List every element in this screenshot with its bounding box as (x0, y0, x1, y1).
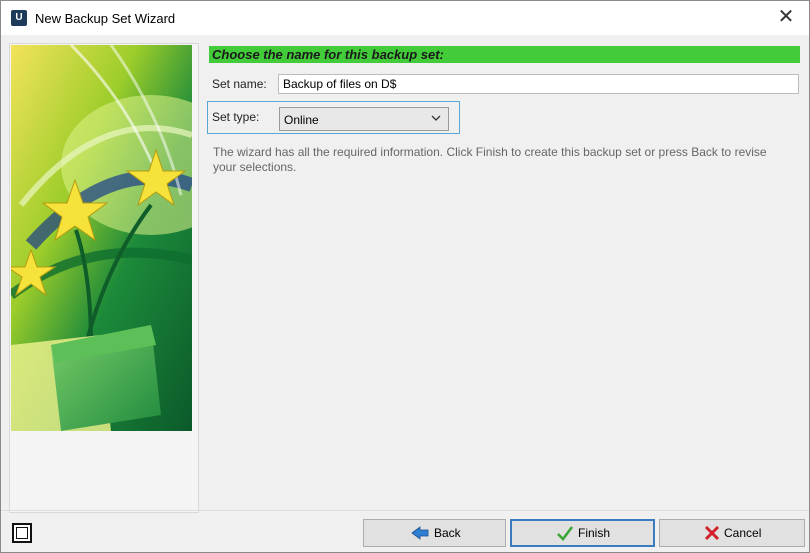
info-text: The wizard has all the required informat… (213, 145, 767, 174)
set-name-input[interactable] (278, 74, 799, 94)
set-type-value: Online (284, 113, 319, 127)
x-icon (704, 525, 720, 541)
finish-button-label: Finish (578, 526, 611, 540)
title-bar: U New Backup Set Wizard ✕ (1, 1, 809, 35)
back-button[interactable]: Back (363, 519, 506, 547)
set-name-label-text: Set name: (212, 77, 267, 91)
back-arrow-icon (411, 526, 429, 540)
set-name-label: Set name: (212, 77, 267, 91)
chevron-down-icon (431, 115, 441, 121)
cancel-button[interactable]: Cancel (659, 519, 805, 547)
footer-separator (1, 510, 809, 511)
window-title: New Backup Set Wizard (35, 11, 176, 26)
set-type-label-text: Set type: (212, 110, 260, 124)
set-type-dropdown[interactable]: Online (279, 107, 449, 131)
heading-bar: Choose the name for this backup set: (209, 46, 800, 63)
app-u-icon: U (11, 10, 27, 26)
finish-button[interactable]: Finish (510, 519, 655, 547)
heading-text: Choose the name for this backup set: (212, 47, 444, 62)
back-button-label: Back (434, 526, 461, 540)
close-icon[interactable]: ✕ (763, 1, 809, 35)
wizard-window: U New Backup Set Wizard ✕ Choose the nam… (0, 0, 810, 553)
check-icon (557, 526, 574, 541)
wizard-banner-image (11, 45, 192, 431)
window-icon[interactable] (12, 523, 32, 543)
set-type-label: Set type: (212, 110, 259, 124)
cancel-button-label: Cancel (724, 526, 762, 540)
